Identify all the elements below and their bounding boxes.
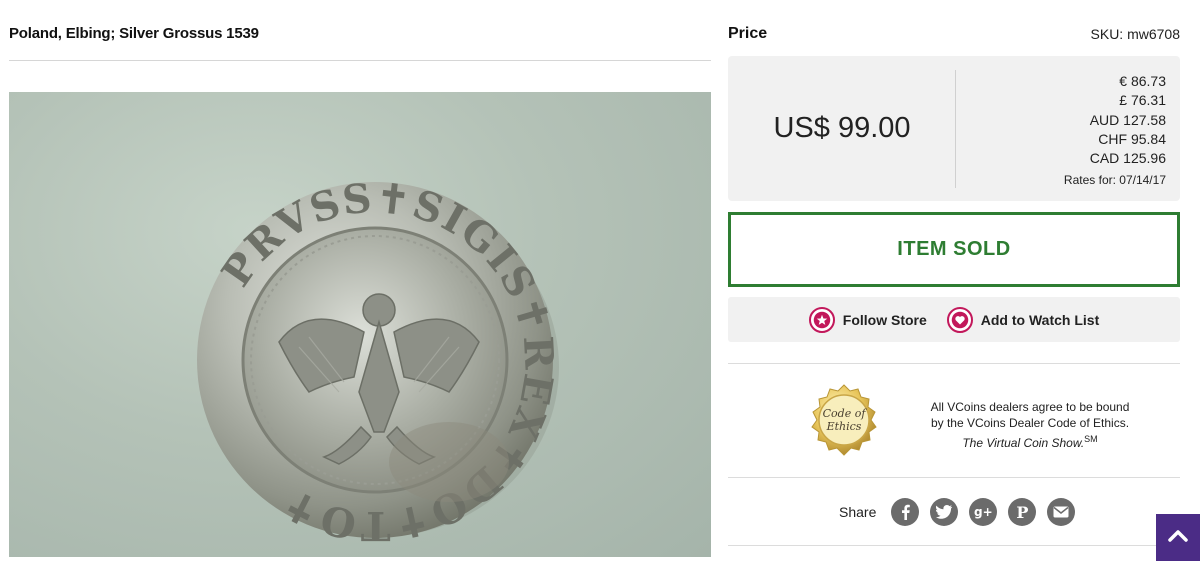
svg-text:Code of: Code of — [823, 407, 868, 420]
price-divider — [955, 70, 956, 188]
item-title: Poland, Elbing; Silver Grossus 1539 — [9, 25, 259, 42]
ethics-line-1: All VCoins dealers agree to be bound — [930, 400, 1130, 414]
code-of-ethics-seal[interactable]: Code of Ethics — [806, 383, 882, 459]
currency-rates: € 86.73 £ 76.31 AUD 127.58 CHF 95.84 CAD… — [1064, 72, 1166, 191]
rates-date: Rates for: 07/14/17 — [1063, 173, 1166, 188]
main-price: US$ 99.00 — [773, 112, 911, 144]
ethics-statement: All VCoins dealers agree to be bound by … — [912, 399, 1148, 451]
add-to-watch-list-button[interactable]: Add to Watch List — [946, 306, 1100, 333]
google-plus-icon[interactable]: g+ — [969, 498, 998, 526]
twitter-icon[interactable] — [930, 498, 959, 526]
price-box: US$ 99.00 € 86.73 £ 76.31 AUD 127.58 CHF… — [728, 56, 1180, 201]
service-mark: SM — [1084, 434, 1098, 444]
chevron-up-icon — [1168, 528, 1188, 547]
ethics-line-3: The Virtual Coin Show.SM — [912, 431, 1148, 451]
follow-store-label: Follow Store — [842, 311, 927, 328]
follow-watch-bar: Follow Store Add to Watch List — [728, 297, 1180, 342]
facebook-icon[interactable] — [891, 498, 920, 526]
virtual-coin-show-label: The Virtual Coin Show. — [962, 436, 1085, 450]
rate-eur: € 86.73 — [1119, 73, 1166, 89]
sku-label: SKU: mw6708 — [1090, 26, 1180, 42]
section-divider — [728, 545, 1180, 546]
coin-photo[interactable]: PRVSS✝SIGIS✝REX✝DO✝TO✝ — [9, 92, 711, 557]
heart-icon — [946, 306, 973, 333]
follow-store-button[interactable]: Follow Store — [808, 306, 927, 333]
svg-text:Ethics: Ethics — [826, 420, 862, 433]
email-icon[interactable] — [1047, 498, 1076, 526]
coin-image: PRVSS✝SIGIS✝REX✝DO✝TO✝ — [197, 174, 561, 549]
price-heading: Price — [728, 25, 768, 42]
rate-cad: CAD 125.96 — [1089, 150, 1166, 167]
share-bar: Share g+ P — [839, 498, 1076, 526]
share-label: Share — [839, 504, 877, 520]
ethics-line-2: by the VCoins Dealer Code of Ethics. — [930, 416, 1130, 430]
section-divider — [728, 363, 1180, 364]
scroll-to-top-button[interactable] — [1156, 514, 1200, 561]
pinterest-icon[interactable]: P — [1008, 498, 1037, 526]
rate-aud: AUD 127.58 — [1089, 111, 1166, 128]
section-divider — [728, 477, 1180, 478]
star-icon — [808, 306, 835, 333]
rate-chf: CHF 95.84 — [1098, 130, 1166, 147]
watch-list-label: Add to Watch List — [980, 311, 1100, 328]
title-divider — [9, 60, 711, 61]
item-sold-banner: ITEM SOLD — [728, 212, 1180, 287]
rate-gbp: £ 76.31 — [1119, 92, 1166, 109]
